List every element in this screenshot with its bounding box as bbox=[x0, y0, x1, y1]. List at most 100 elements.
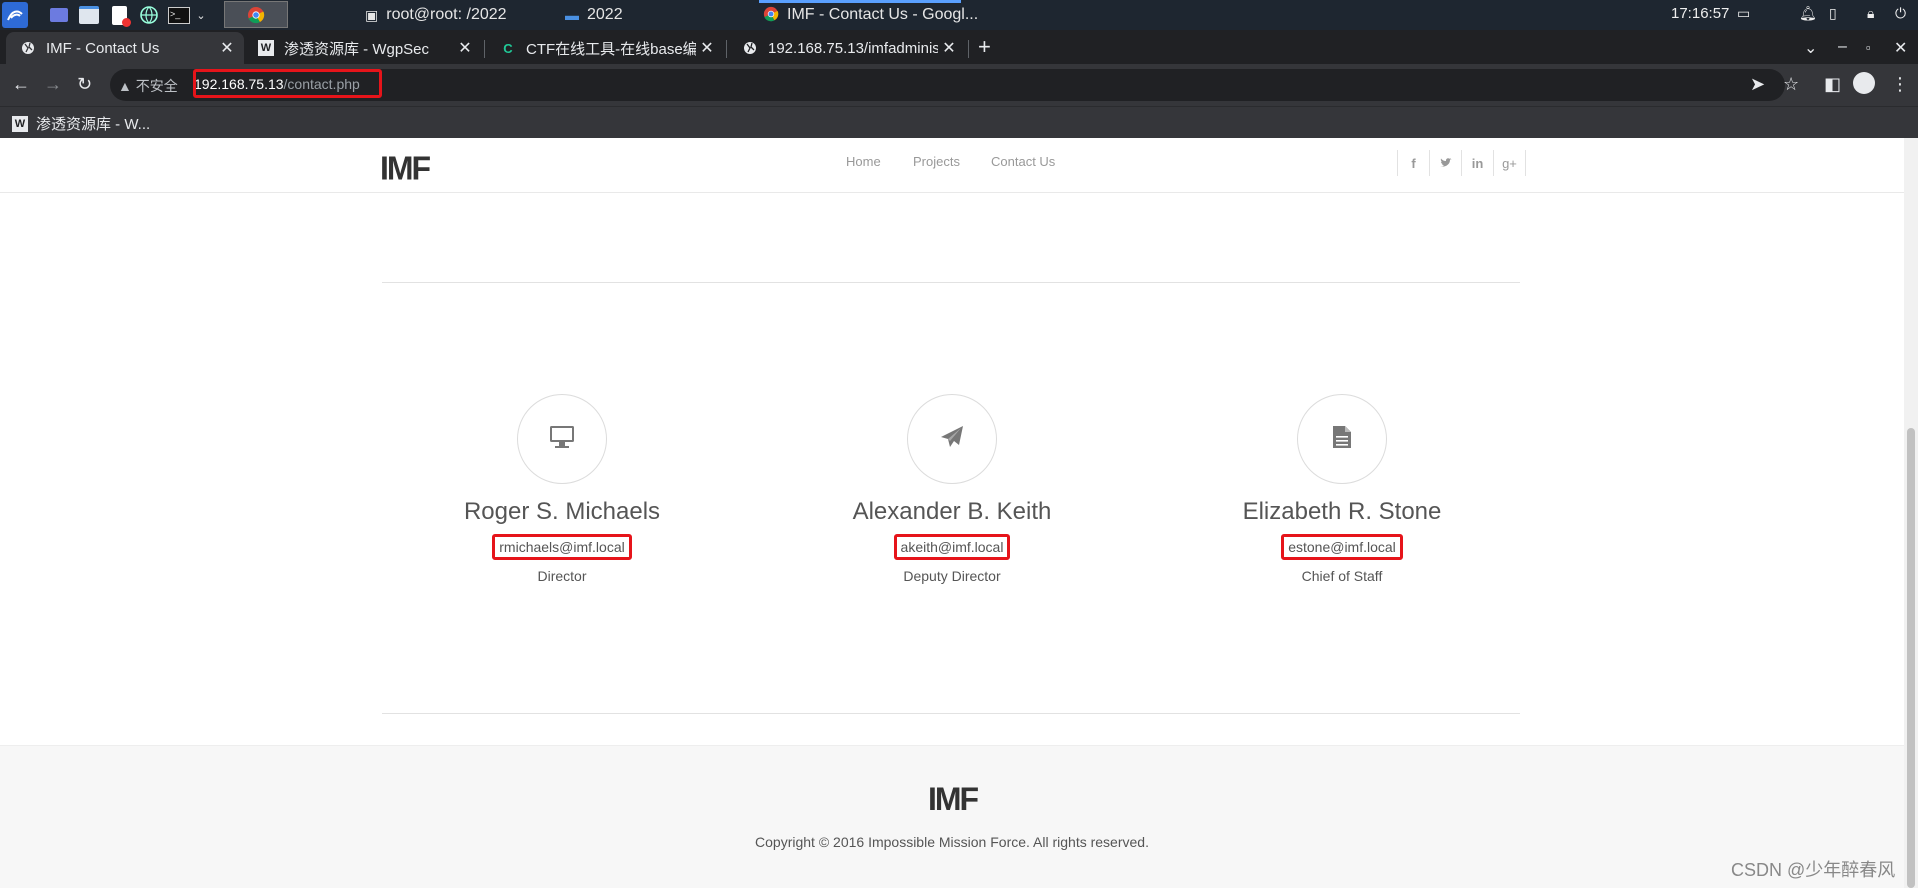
taskbar-window-label: 2022 bbox=[587, 6, 623, 23]
browser-tabstrip: IMF - Contact Us ✕ W 渗透资源库 - WgpSec ✕ C … bbox=[0, 30, 1918, 64]
tab-imfadmin[interactable]: 192.168.75.13/imfadminis ✕ bbox=[728, 32, 966, 64]
linkedin-icon[interactable]: in bbox=[1461, 150, 1493, 176]
show-desktop-icon[interactable] bbox=[48, 4, 70, 26]
site-logo[interactable]: IMF bbox=[380, 149, 431, 188]
tab-separator bbox=[968, 40, 969, 58]
taskbar-window-terminal[interactable]: ▣ root@root: /2022 bbox=[365, 0, 507, 30]
power-icon[interactable]: ⏻ bbox=[1895, 5, 1906, 22]
folder-icon: ▬ bbox=[565, 7, 579, 23]
star-bookmark-icon[interactable]: ☆ bbox=[1783, 74, 1799, 95]
side-panel-icon[interactable]: ◧ bbox=[1824, 74, 1841, 95]
globe-icon bbox=[742, 40, 758, 56]
text-editor-icon[interactable] bbox=[108, 4, 131, 27]
taskbar-window-label: root@root: /2022 bbox=[386, 6, 507, 23]
wgpsec-favicon-icon: W bbox=[258, 40, 274, 56]
tab-separator bbox=[726, 40, 727, 58]
page-scrollbar[interactable] bbox=[1904, 138, 1918, 888]
back-arrow-icon[interactable]: ← bbox=[12, 74, 30, 95]
insecure-label: 不安全 bbox=[135, 78, 178, 94]
close-tab-icon[interactable]: ✕ bbox=[938, 38, 960, 58]
taskbar-window-chrome[interactable]: IMF - Contact Us - Googl... bbox=[763, 0, 978, 30]
nav-home[interactable]: Home bbox=[846, 154, 881, 169]
kebab-menu-icon[interactable]: ⋮ bbox=[1891, 74, 1909, 95]
tab-separator bbox=[484, 40, 485, 58]
contact-email[interactable]: akeith@imf.local bbox=[893, 534, 1011, 560]
contact-role: Chief of Staff bbox=[1301, 568, 1383, 584]
csdn-watermark: CSDN @少年醉春风 bbox=[1731, 860, 1896, 880]
tab-imf-contact[interactable]: IMF - Contact Us ✕ bbox=[6, 32, 244, 64]
close-tab-icon[interactable]: ✕ bbox=[696, 38, 718, 58]
tab-search-icon[interactable]: ⌄ bbox=[1804, 38, 1817, 58]
warning-icon: ▲ bbox=[118, 78, 132, 94]
contact-email[interactable]: estone@imf.local bbox=[1281, 534, 1403, 560]
contact-email[interactable]: rmichaels@imf.local bbox=[492, 534, 632, 560]
nav-projects[interactable]: Projects bbox=[913, 154, 960, 169]
web-page: IMF Home Projects Contact Us f in g+ Rog… bbox=[0, 138, 1904, 888]
bookmark-label: 渗透资源库 - W... bbox=[36, 116, 151, 133]
chrome-launcher-icon[interactable] bbox=[224, 1, 288, 28]
close-tab-icon[interactable]: ✕ bbox=[216, 38, 238, 58]
close-window-icon[interactable]: ✕ bbox=[1894, 38, 1907, 58]
contact-name: Alexander B. Keith bbox=[852, 498, 1052, 525]
site-header: IMF Home Projects Contact Us f in g+ bbox=[0, 138, 1904, 193]
bell-icon[interactable]: 🔔︎ bbox=[1799, 5, 1817, 22]
terminal-icon: ▣ bbox=[365, 6, 379, 23]
contact-icon-circle bbox=[907, 394, 997, 484]
url-highlight-box bbox=[193, 69, 382, 98]
twitter-icon[interactable] bbox=[1429, 150, 1461, 176]
tab-title: CTF在线工具-在线base编 bbox=[526, 40, 696, 58]
facebook-icon[interactable]: f bbox=[1397, 150, 1429, 176]
contact-name: Elizabeth R. Stone bbox=[1242, 498, 1442, 525]
lock-icon[interactable]: 🔒︎ bbox=[1867, 5, 1874, 22]
forward-arrow-icon[interactable]: → bbox=[44, 74, 62, 95]
contact-card: Elizabeth R. Stone estone@imf.local Chie… bbox=[1162, 394, 1522, 584]
system-clock[interactable]: 17:16:57 bbox=[1671, 5, 1729, 22]
social-links: f in g+ bbox=[1397, 150, 1526, 176]
desktop-icon bbox=[549, 425, 575, 454]
display-icon[interactable]: ▭ bbox=[1737, 5, 1750, 22]
taskbar-window-label: IMF - Contact Us - Googl... bbox=[787, 6, 979, 23]
file-manager-icon[interactable] bbox=[78, 4, 100, 26]
new-tab-button[interactable]: + bbox=[978, 34, 991, 60]
web-browser-icon[interactable] bbox=[138, 4, 160, 26]
tab-wgpsec[interactable]: W 渗透资源库 - WgpSec ✕ bbox=[244, 32, 482, 64]
ctf-favicon-icon: C bbox=[503, 40, 513, 56]
contact-name: Roger S. Michaels bbox=[463, 498, 661, 525]
tab-title: IMF - Contact Us bbox=[46, 39, 160, 57]
insecure-indicator[interactable]: ▲ 不安全 bbox=[118, 76, 178, 96]
send-icon[interactable]: ➤ bbox=[1750, 74, 1765, 95]
contact-role: Deputy Director bbox=[903, 568, 1001, 584]
chevron-down-icon[interactable]: ⌄ bbox=[190, 4, 212, 26]
section-divider bbox=[382, 282, 1520, 283]
contact-card: Roger S. Michaels rmichaels@imf.local Di… bbox=[382, 394, 742, 584]
minimize-icon[interactable]: – bbox=[1838, 38, 1847, 56]
contact-card: Alexander B. Keith akeith@imf.local Depu… bbox=[772, 394, 1132, 584]
taskbar-window-folder[interactable]: ▬ 2022 bbox=[565, 0, 623, 30]
site-footer: IMF Copyright © 2016 Impossible Mission … bbox=[0, 745, 1904, 888]
profile-avatar-icon[interactable] bbox=[1853, 72, 1875, 94]
section-divider bbox=[382, 713, 1520, 714]
close-tab-icon[interactable]: ✕ bbox=[454, 38, 476, 58]
contact-role: Director bbox=[537, 568, 587, 584]
tab-title: 192.168.75.13/imfadminis bbox=[768, 39, 938, 57]
document-icon bbox=[1332, 425, 1352, 454]
bookmark-wgpsec[interactable]: W 渗透资源库 - W... bbox=[12, 113, 150, 134]
kali-menu-icon[interactable] bbox=[2, 2, 28, 28]
google-plus-icon[interactable]: g+ bbox=[1493, 150, 1526, 176]
reload-icon[interactable]: ↻ bbox=[77, 74, 92, 95]
footer-logo[interactable]: IMF bbox=[928, 781, 979, 818]
paper-plane-icon bbox=[939, 425, 965, 454]
contact-icon-circle bbox=[517, 394, 607, 484]
scrollbar-thumb[interactable] bbox=[1907, 428, 1915, 888]
terminal-icon[interactable]: >_ bbox=[168, 4, 190, 26]
copyright-text: Copyright © 2016 Impossible Mission Forc… bbox=[755, 834, 1149, 850]
maximize-icon[interactable]: ▫ bbox=[1866, 40, 1871, 55]
contact-icon-circle bbox=[1297, 394, 1387, 484]
globe-icon bbox=[20, 40, 36, 56]
chrome-icon bbox=[763, 6, 779, 25]
bookmarks-bar: W 渗透资源库 - W... bbox=[0, 106, 1918, 139]
tab-ctf-tools[interactable]: C CTF在线工具-在线base编 ✕ bbox=[486, 32, 724, 64]
battery-icon[interactable]: ▯ bbox=[1829, 5, 1837, 22]
tab-title: 渗透资源库 - WgpSec bbox=[284, 40, 430, 58]
nav-contact-us[interactable]: Contact Us bbox=[991, 154, 1055, 169]
